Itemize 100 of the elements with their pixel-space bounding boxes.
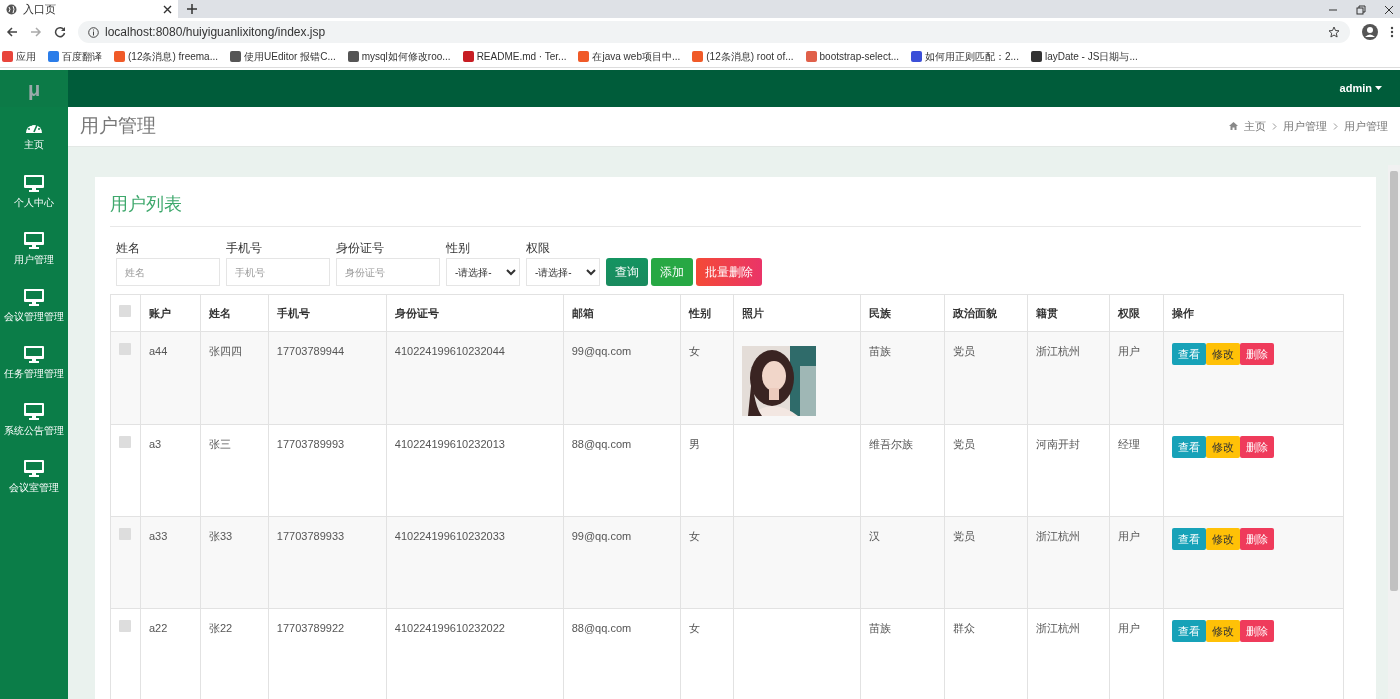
bookmark-link[interactable]: 如何用正则匹配：2... xyxy=(925,49,1019,64)
monitor-icon xyxy=(24,460,44,477)
column-header: 手机号 xyxy=(268,294,387,332)
table-cell: 张33 xyxy=(200,516,269,609)
checkbox[interactable] xyxy=(119,343,131,355)
menu-icon[interactable] xyxy=(1390,26,1394,38)
edit-button[interactable]: 修改 xyxy=(1206,343,1241,365)
bookmark-icon[interactable] xyxy=(462,51,474,62)
chevron-icon xyxy=(1333,122,1338,130)
table-cell: 党员 xyxy=(944,331,1028,425)
sidebar-item[interactable]: 系统公告管理 xyxy=(0,392,68,449)
restore-icon[interactable] xyxy=(1356,5,1366,15)
field-label: 权限 xyxy=(526,240,551,257)
user-menu[interactable]: admin xyxy=(1339,80,1382,97)
sidebar-item[interactable]: 会议室管理 xyxy=(0,449,68,506)
delete-button[interactable]: 批量删除 xyxy=(696,258,762,286)
table-cell: a3 xyxy=(140,424,201,517)
checkbox[interactable] xyxy=(119,304,131,317)
edit-button[interactable]: 修改 xyxy=(1206,436,1241,458)
bookmark-link[interactable]: (12条消息) freema... xyxy=(128,49,219,64)
select-dropdown[interactable]: -请选择- xyxy=(446,258,520,286)
table-cell: 410224199610232033 xyxy=(386,516,564,609)
delete-button[interactable]: 删除 xyxy=(1240,528,1275,550)
table-cell: 用户 xyxy=(1109,516,1164,609)
search-button[interactable]: 查询 xyxy=(606,258,648,286)
account-icon[interactable] xyxy=(1362,24,1378,40)
sidebar-item[interactable]: 主页 xyxy=(0,107,68,164)
table-cell: 党员 xyxy=(944,424,1028,517)
delete-button[interactable]: 删除 xyxy=(1240,436,1275,458)
table-cell: 99@qq.com xyxy=(563,516,681,609)
table-cell: 浙江杭州 xyxy=(1027,516,1110,609)
bookmark-link[interactable]: 百度翻译 xyxy=(62,49,102,64)
scrollbar[interactable] xyxy=(1388,165,1400,699)
table-cell: 17703789933 xyxy=(268,516,387,609)
bookmark-link[interactable]: bootstrap-select... xyxy=(819,49,899,64)
edit-button[interactable]: 修改 xyxy=(1206,528,1241,550)
monitor-icon xyxy=(24,175,44,192)
field-label: 手机号 xyxy=(226,240,263,257)
edit-button[interactable]: 修改 xyxy=(1206,620,1241,642)
sidebar-item[interactable]: 个人中心 xyxy=(0,164,68,221)
monitor-icon xyxy=(24,346,44,363)
table-cell: 17703789993 xyxy=(268,424,387,517)
bookmark-icon[interactable] xyxy=(1030,51,1042,62)
info-icon xyxy=(88,26,99,38)
monitor-icon xyxy=(24,403,44,420)
browser-tab[interactable]: 入口页 xyxy=(0,0,178,18)
table-cell: 女 xyxy=(680,331,734,425)
sidebar-item[interactable]: 任务管理管理 xyxy=(0,335,68,392)
table-cell: 17703789944 xyxy=(268,331,387,425)
table-cell: 男 xyxy=(680,424,734,517)
sidebar-item[interactable]: 用户管理 xyxy=(0,221,68,278)
address-bar[interactable]: localhost:8080/huiyiguanlixitong/index.jsp xyxy=(78,21,1350,43)
bookmark-link[interactable]: layDate - JS日期与... xyxy=(1044,49,1138,64)
back-icon[interactable] xyxy=(6,26,18,38)
bookmark-link[interactable]: 使用UEditor 报错C... xyxy=(244,49,336,64)
logo: μ xyxy=(27,76,41,102)
table-cell: 汉 xyxy=(861,516,945,609)
delete-button[interactable]: 删除 xyxy=(1240,343,1275,365)
monitor-icon xyxy=(24,289,44,306)
table-cell: a44 xyxy=(140,331,201,425)
bookmark-link[interactable]: mysql如何修改roo... xyxy=(361,49,451,64)
table-cell: 苗族 xyxy=(861,331,945,425)
table-cell: a33 xyxy=(140,516,201,609)
column-header: 权限 xyxy=(1109,294,1164,332)
card-title: 用户列表 xyxy=(110,189,1361,227)
column-header: 身份证号 xyxy=(386,294,564,332)
table-cell: 99@qq.com xyxy=(563,331,681,425)
table-cell: 维吾尔族 xyxy=(861,424,945,517)
bookmark-link[interactable]: 在java web项目中... xyxy=(592,49,681,64)
bookmark-link[interactable]: 应用 xyxy=(16,49,36,64)
field-label: 姓名 xyxy=(116,240,141,257)
table-cell: 党员 xyxy=(944,516,1028,609)
bookmark-link[interactable]: (12条消息) root of... xyxy=(706,49,794,64)
input-field[interactable]: 身份证号 xyxy=(336,258,440,286)
reload-icon[interactable] xyxy=(54,26,66,38)
checkbox[interactable] xyxy=(119,620,131,632)
checkbox[interactable] xyxy=(119,436,131,448)
breadcrumb-link[interactable]: 用户管理 xyxy=(1283,118,1327,135)
delete-button[interactable]: 删除 xyxy=(1240,620,1275,642)
column-header: 民族 xyxy=(861,294,945,332)
caret-icon xyxy=(1375,86,1382,91)
checkbox[interactable] xyxy=(119,528,131,540)
table-cell: 88@qq.com xyxy=(563,424,681,517)
new-tab-icon[interactable] xyxy=(186,3,198,15)
bookmark-icon[interactable] xyxy=(230,51,242,62)
breadcrumb-link[interactable]: 主页 xyxy=(1244,118,1266,135)
input-field[interactable]: 姓名 xyxy=(116,258,220,286)
column-header: 姓名 xyxy=(200,294,269,332)
close-icon[interactable] xyxy=(163,4,172,14)
forward-icon[interactable] xyxy=(30,26,42,38)
sidebar-item[interactable]: 会议管理管理 xyxy=(0,278,68,335)
page-title: 用户管理 xyxy=(80,114,156,138)
bookmark-icon[interactable] xyxy=(347,51,359,62)
bookmark-link[interactable]: README.md · Ter... xyxy=(476,49,567,64)
select-dropdown[interactable]: -请选择- xyxy=(526,258,600,286)
input-field[interactable]: 手机号 xyxy=(226,258,330,286)
star-icon[interactable] xyxy=(1328,26,1340,38)
close-icon[interactable] xyxy=(1384,5,1394,15)
globe-icon xyxy=(6,3,17,15)
table-cell: 张三 xyxy=(200,424,269,517)
